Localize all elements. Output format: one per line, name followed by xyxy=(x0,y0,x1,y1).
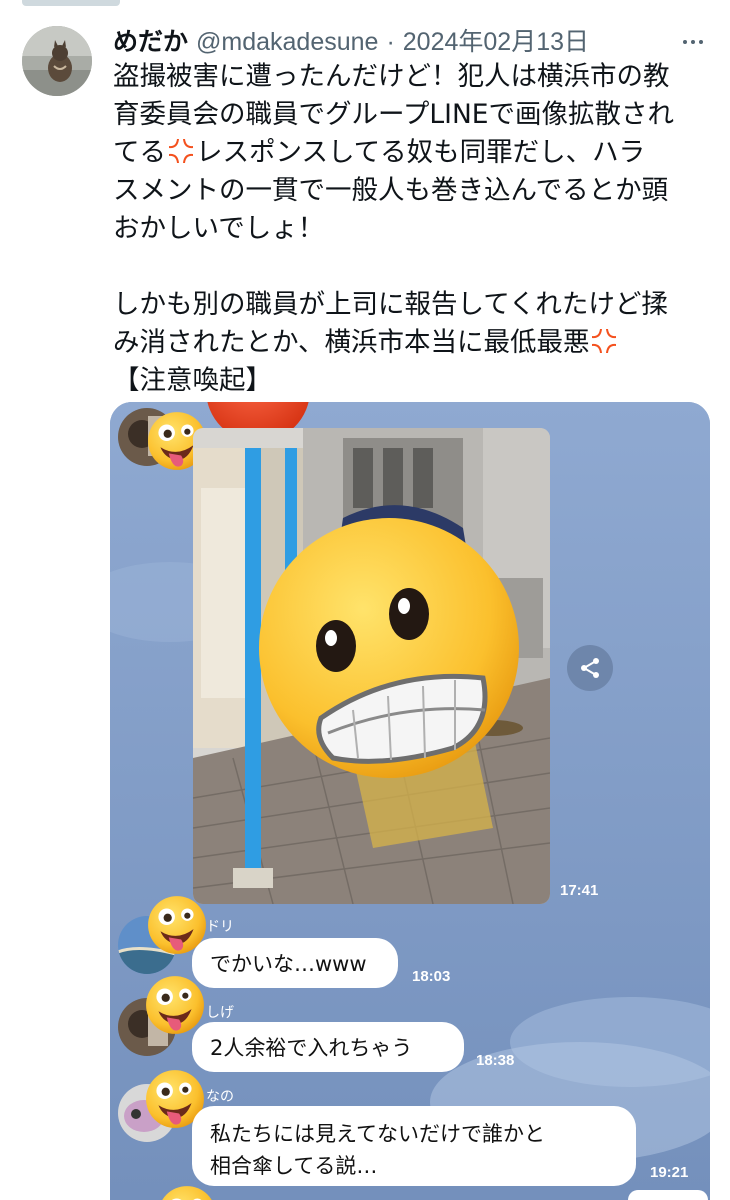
tweet-text-line: 【注意喚起】 xyxy=(113,365,272,396)
tweet-header: めだか @mdakadesune · 2024年02月13日 xyxy=(113,22,589,58)
chat-bubble[interactable]: でかいな…www xyxy=(192,938,398,988)
more-dot xyxy=(691,40,695,44)
chat-bubble[interactable]: 私たちには見えてないだけで誰かと 相合傘してる説… xyxy=(192,1106,636,1186)
message-text: 相合傘してる説… xyxy=(210,1154,378,1178)
zany-face-emoji xyxy=(156,1184,218,1200)
share-button[interactable] xyxy=(567,645,613,691)
anger-symbol-icon xyxy=(589,326,619,356)
tweet-text-line: おかしいでしょ！ xyxy=(113,213,325,244)
user-avatar[interactable] xyxy=(22,26,92,96)
message-text: 2人余裕で入れちゃう xyxy=(210,1036,413,1060)
tweet-text-line: しかも別の職員が上司に報告してくれたけど揉 xyxy=(113,289,668,320)
tweet-text-line: 盗撮被害に遭ったんだけど！犯人は横浜市の教 xyxy=(113,61,670,92)
tweet-text-fragment: てる xyxy=(113,137,166,168)
tweet-text-fragment: み消されたとか、横浜市本当に最低最悪 xyxy=(113,327,590,358)
share-icon xyxy=(581,658,599,678)
shared-street-photo[interactable] xyxy=(193,428,550,904)
attached-image[interactable]: 17:41 ドリ でかいな…www 18:03 しげ 2人余裕で入れちゃう 18… xyxy=(110,402,710,1200)
tweet-text-line: スメントの一貫で一般人も巻き込んでるとか頭 xyxy=(113,175,669,206)
message-timestamp: 17:41 xyxy=(560,882,599,899)
more-horizontal-icon xyxy=(683,40,687,44)
sender-name: ドリ xyxy=(206,919,234,935)
anger-symbol-icon xyxy=(166,136,196,166)
message-text: でかいな…www xyxy=(210,952,367,976)
tweet-text-line: み消されたとか、横浜市本当に最低最悪 xyxy=(113,324,713,362)
message-timestamp: 18:03 xyxy=(412,968,451,985)
previous-post-divider xyxy=(22,0,120,6)
tweet-text-line: 育委員会の職員でグループLINEで画像拡散され xyxy=(113,99,675,130)
message-text: 私たちには見えてないだけで誰かと xyxy=(210,1122,545,1146)
more-options-button[interactable] xyxy=(676,30,710,54)
chat-bubble-partial xyxy=(628,1190,708,1200)
post-date[interactable]: 2024年02月13日 xyxy=(403,22,589,58)
display-name[interactable]: めだか xyxy=(113,22,188,58)
zany-face-emoji xyxy=(144,974,206,1036)
message-timestamp: 18:38 xyxy=(476,1052,515,1069)
message-timestamp: 19:21 xyxy=(650,1164,689,1181)
user-handle[interactable]: @mdakadesune xyxy=(196,28,378,57)
more-dot xyxy=(699,40,703,44)
header-separator: · xyxy=(386,28,395,56)
sender-name: しげ xyxy=(206,1005,234,1021)
tweet-text: 盗撮被害に遭ったんだけど！犯人は横浜市の教 育委員会の職員でグループLINEで画… xyxy=(113,58,713,400)
chat-bubble[interactable]: 2人余裕で入れちゃう xyxy=(192,1022,464,1072)
tweet-text-fragment: レスポンスしてる奴も同罪だし、ハラ xyxy=(196,137,646,168)
previous-post-edge xyxy=(0,0,730,18)
tweet-text-line: てる レスポンスしてる奴も同罪だし、ハラ xyxy=(113,134,713,172)
sender-name: なの xyxy=(206,1089,234,1105)
